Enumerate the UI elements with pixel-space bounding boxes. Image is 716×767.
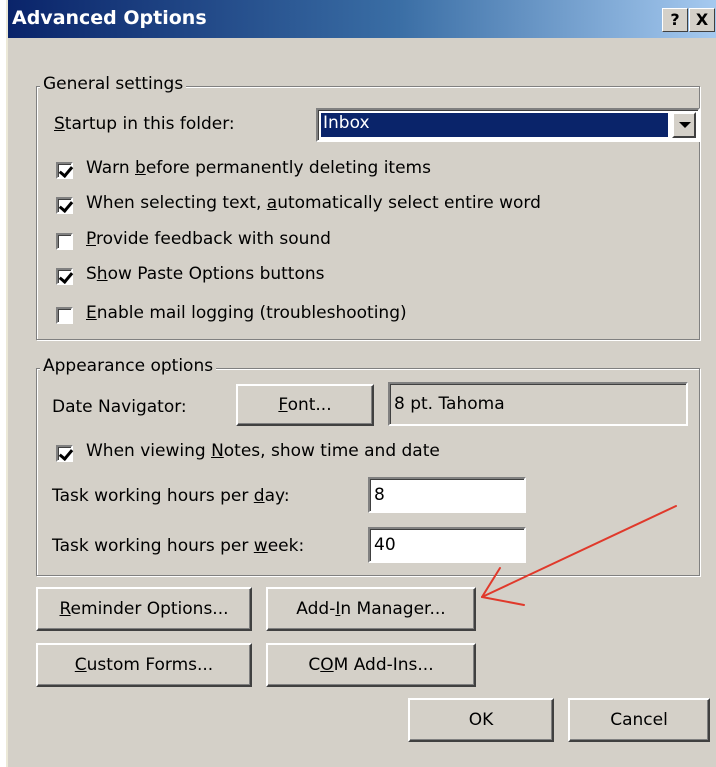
arrow-head-lower [481,596,525,606]
arrow-icon [481,505,677,606]
annotation-arrow [481,505,677,606]
arrow-shaft [481,505,677,598]
